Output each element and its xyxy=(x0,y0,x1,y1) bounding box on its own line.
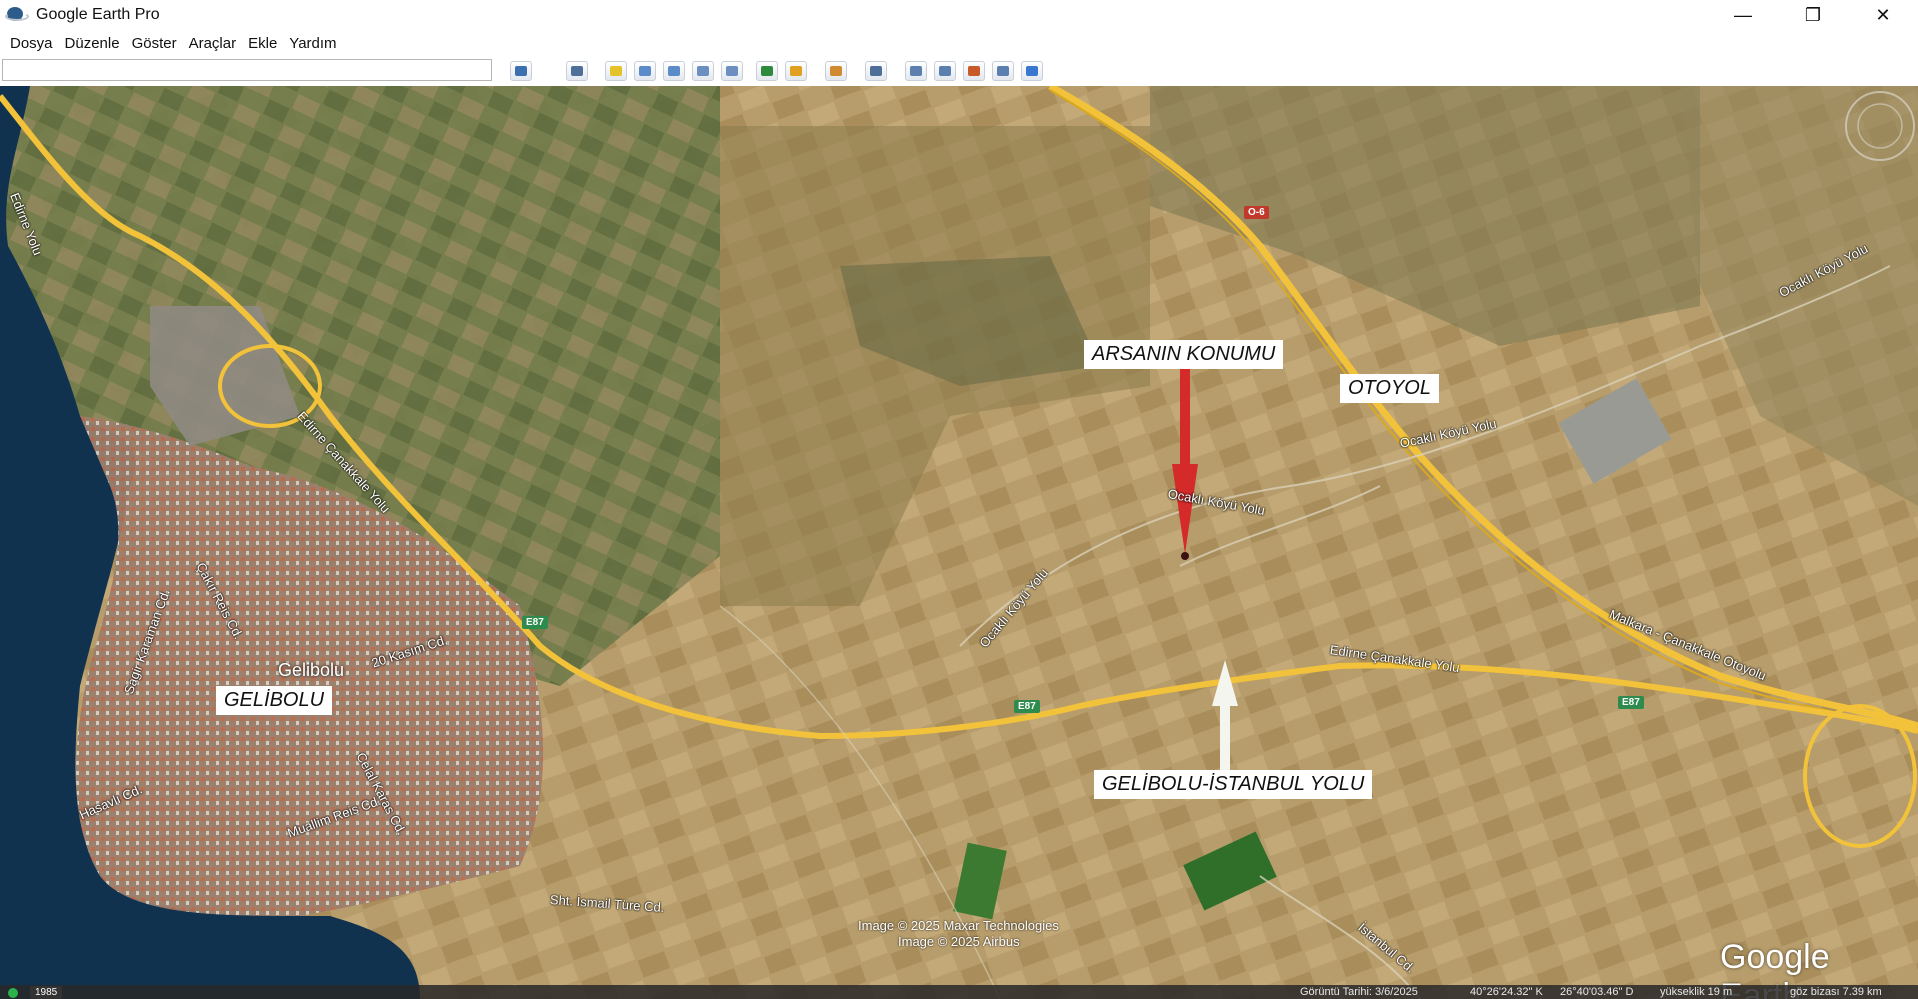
save-image-icon xyxy=(968,66,980,76)
save-image-button[interactable] xyxy=(963,61,985,81)
label-arsanin-konumu: ARSANIN KONUMU xyxy=(1084,340,1284,369)
satellite-imagery xyxy=(0,86,1918,999)
print-button[interactable] xyxy=(934,61,956,81)
google-maps-icon xyxy=(1026,66,1038,76)
shield-e87-3: E87 xyxy=(1618,696,1644,709)
menu-dosya[interactable]: Dosya xyxy=(10,35,53,52)
attribution-airbus: Image © 2025 Airbus xyxy=(898,934,1020,949)
menu-duzenle[interactable]: Düzenle xyxy=(65,35,120,52)
menu-yardim[interactable]: Yardım xyxy=(289,35,336,52)
menu-ekle[interactable]: Ekle xyxy=(248,35,277,52)
label-otoyol: OTOYOL xyxy=(1340,374,1439,403)
historical-imagery-indicator-icon[interactable] xyxy=(8,988,18,998)
toolbar xyxy=(0,56,1918,86)
ruler-button[interactable] xyxy=(865,61,887,81)
google-earth-app-icon xyxy=(5,6,29,24)
status-imagery-date: Görüntü Tarihi: 3/6/2025 xyxy=(1300,986,1418,998)
overlay-button[interactable] xyxy=(692,61,714,81)
overlay-icon xyxy=(697,66,709,76)
movie-maker-icon xyxy=(997,66,1009,76)
menu-bar: Dosya Düzenle Göster Araçlar Ekle Yardım xyxy=(0,30,1918,56)
close-button[interactable]: ✕ xyxy=(1848,0,1918,30)
label-gelibolu-istanbul-yolu: GELİBOLU-İSTANBUL YOLU xyxy=(1094,770,1373,799)
historical-imagery-button[interactable] xyxy=(756,61,778,81)
status-latitude: 40°26'24.32" K xyxy=(1470,986,1543,998)
status-bar: Görüntü Tarihi: 3/6/2025 40°26'24.32" K … xyxy=(0,985,1918,999)
shield-e87-1: E87 xyxy=(522,616,548,629)
window-title: Google Earth Pro xyxy=(36,6,160,23)
shield-o6: O-6 xyxy=(1244,206,1269,219)
placemark-icon xyxy=(610,66,622,76)
sidebar-icon xyxy=(571,66,583,76)
print-icon xyxy=(939,66,951,76)
restore-button[interactable]: ❐ xyxy=(1778,0,1848,30)
tour-button[interactable] xyxy=(721,61,743,81)
status-eye-altitude: göz bizası 7.39 km xyxy=(1790,986,1882,998)
search-icon xyxy=(515,66,527,76)
polygon-icon xyxy=(639,66,651,76)
sidebar-button[interactable] xyxy=(566,61,588,81)
search-button[interactable] xyxy=(510,61,532,81)
place-gelibolu: Gelibolu xyxy=(278,660,345,680)
path-icon xyxy=(668,66,680,76)
polygon-button[interactable] xyxy=(634,61,656,81)
minimize-button[interactable]: — xyxy=(1708,0,1778,30)
status-elevation: yükseklik 19 m xyxy=(1660,986,1733,998)
label-gelibolu: GELİBOLU xyxy=(216,686,333,715)
sunlight-button[interactable] xyxy=(785,61,807,81)
shield-e87-2: E87 xyxy=(1014,700,1040,713)
email-icon xyxy=(910,66,922,76)
title-bar: Google Earth Pro — ❐ ✕ xyxy=(0,0,1918,30)
historical-imagery-icon xyxy=(761,66,773,76)
menu-goster[interactable]: Göster xyxy=(132,35,177,52)
historical-imagery-year[interactable]: 1985 xyxy=(30,986,63,999)
movie-maker-button[interactable] xyxy=(992,61,1014,81)
email-button[interactable] xyxy=(905,61,927,81)
map-view[interactable]: ARSANIN KONUMU OTOYOL GELİBOLU GELİBOLU-… xyxy=(0,86,1918,999)
attribution-maxar: Image © 2025 Maxar Technologies xyxy=(858,918,1059,933)
path-button[interactable] xyxy=(663,61,685,81)
placemark-button[interactable] xyxy=(605,61,627,81)
menu-araclar[interactable]: Araçlar xyxy=(189,35,237,52)
status-longitude: 26°40'03.46" D xyxy=(1560,986,1634,998)
search-input[interactable] xyxy=(2,59,492,81)
planets-icon xyxy=(830,66,842,76)
sunlight-icon xyxy=(790,66,802,76)
planets-button[interactable] xyxy=(825,61,847,81)
tour-icon xyxy=(726,66,738,76)
ruler-icon xyxy=(870,66,882,76)
google-maps-button[interactable] xyxy=(1021,61,1043,81)
